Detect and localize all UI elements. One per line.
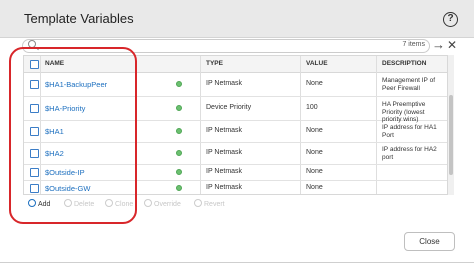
override-status-icon	[176, 185, 182, 191]
dialog-title: Template Variables	[24, 11, 134, 26]
override-status-icon	[176, 128, 182, 134]
variable-description: Management IP of Peer Firewall	[382, 77, 435, 92]
variable-type: IP Netmask	[206, 168, 243, 175]
variable-type: IP Netmask	[206, 184, 243, 191]
revert-button[interactable]: Revert	[194, 199, 225, 208]
table-scrollbar[interactable]	[448, 55, 454, 195]
variable-value: None	[306, 127, 323, 134]
variable-type: IP Netmask	[206, 80, 243, 87]
override-status-icon	[176, 105, 182, 111]
items-count: 7 items	[402, 41, 425, 48]
column-header-type[interactable]: TYPE	[206, 60, 223, 67]
override-status-icon	[176, 150, 182, 156]
variable-value: None	[306, 149, 323, 156]
revert-icon	[194, 199, 202, 207]
apply-filter-icon[interactable]: →	[432, 38, 445, 52]
variable-value: None	[306, 80, 323, 87]
variable-value: None	[306, 184, 323, 191]
variable-description: IP address for HA1 Port	[382, 124, 437, 139]
variable-type: IP Netmask	[206, 149, 243, 156]
override-icon	[144, 199, 152, 207]
variable-value: None	[306, 168, 323, 175]
help-icon[interactable]: ?	[443, 12, 458, 27]
column-header-description[interactable]: DESCRIPTION	[382, 60, 426, 67]
scrollbar-thumb[interactable]	[449, 95, 453, 175]
variable-type: Device Priority	[206, 104, 252, 111]
clear-filter-icon[interactable]: ✕	[447, 38, 457, 52]
highlight-annotation	[9, 47, 137, 224]
variable-value: 100	[306, 104, 318, 111]
column-header-value[interactable]: VALUE	[306, 60, 328, 67]
close-button[interactable]: Close	[404, 232, 455, 251]
dialog-titlebar: Template Variables ?	[0, 0, 474, 38]
override-button[interactable]: Override	[144, 199, 181, 208]
override-status-icon	[176, 81, 182, 87]
variable-type: IP Netmask	[206, 127, 243, 134]
variable-description: IP address for HA2 port	[382, 146, 437, 161]
override-status-icon	[176, 169, 182, 175]
